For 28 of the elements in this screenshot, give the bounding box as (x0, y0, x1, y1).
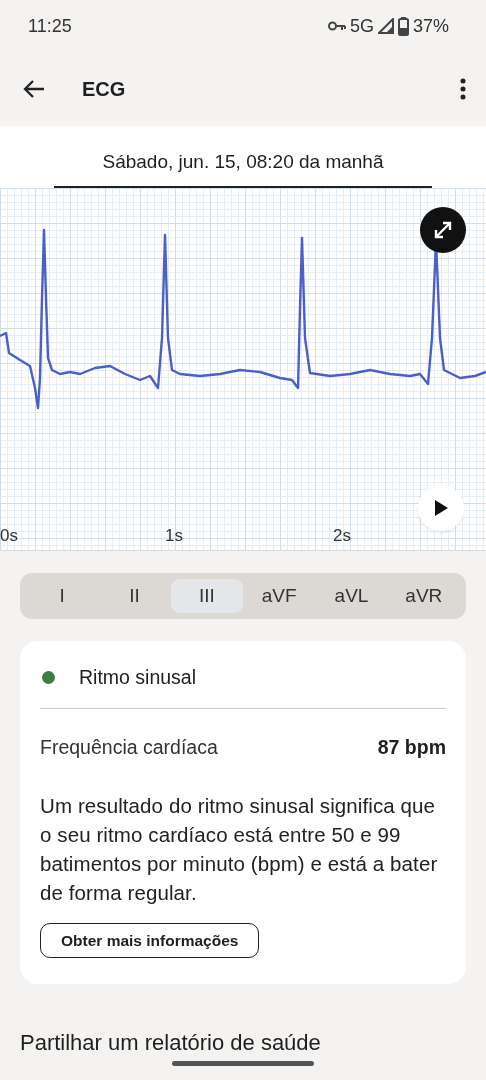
more-info-button[interactable]: Obter mais informações (40, 922, 260, 958)
key-icon (327, 21, 346, 31)
expand-button[interactable] (420, 207, 466, 253)
lead-tab[interactable]: II (98, 579, 171, 613)
expand-icon (432, 219, 454, 241)
lead-tab[interactable]: aVL (315, 579, 388, 613)
lead-tab[interactable]: III (170, 579, 243, 613)
play-button[interactable] (418, 485, 464, 531)
more-options-icon[interactable] (460, 78, 466, 100)
screen-title: ECG (82, 77, 126, 102)
network-type: 5G (349, 14, 374, 38)
lead-tab[interactable]: aVF (243, 579, 316, 613)
time-axis-label: 2s (333, 524, 351, 547)
heart-rate-value: 87 bpm (377, 735, 446, 761)
battery-icon (397, 16, 409, 36)
signal-icon (377, 18, 394, 34)
heart-rate-label: Frequência cardíaca (40, 735, 218, 761)
time-axis-label: 0s (0, 524, 18, 547)
rhythm-result: Ritmo sinusal (79, 665, 197, 690)
result-description: Um resultado do ritmo sinusal significa que o seu ritmo cardíaco está entre 50 e 99 batimentos por minuto (bpm) e está a bater de forma regular. (40, 792, 439, 906)
section-heading: Partilhar um relatório de saúde (20, 1028, 322, 1057)
time-axis-label: 1s (165, 524, 183, 547)
battery-percent: 37% (412, 14, 449, 38)
back-arrow-icon[interactable] (22, 79, 46, 99)
lead-tab[interactable]: aVR (387, 579, 460, 613)
lead-tab[interactable]: I (26, 579, 99, 613)
play-icon (433, 499, 449, 517)
status-time: 11:25 (28, 14, 72, 38)
